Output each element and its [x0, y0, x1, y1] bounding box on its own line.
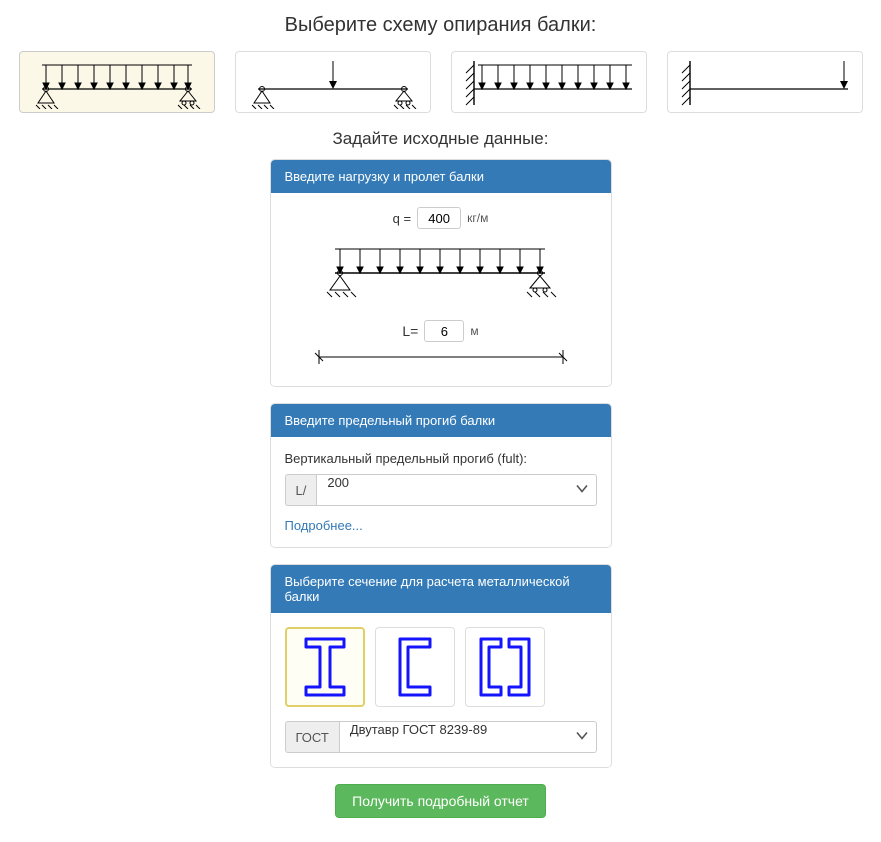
- scheme-simply-supported-distributed[interactable]: [19, 51, 215, 113]
- deflection-label: Вертикальный предельный прогиб (fult):: [285, 451, 597, 466]
- scheme-simply-supported-point[interactable]: [235, 51, 431, 113]
- panel-load: Введите нагрузку и пролет балки q = кг/м: [270, 159, 612, 387]
- gost-prefix: ГОСТ: [285, 721, 339, 753]
- panel-deflection-title: Введите предельный прогиб балки: [271, 404, 611, 437]
- page-title: Выберите схему опирания балки:: [0, 14, 881, 37]
- panel-section-title: Выберите сечение для расчета металлическ…: [271, 565, 611, 613]
- scheme-cantilever-point[interactable]: [667, 51, 863, 113]
- dimension-line-icon: [311, 346, 571, 368]
- scheme-row: [0, 51, 881, 113]
- more-link[interactable]: Подробнее...: [285, 518, 363, 533]
- ibeam-icon: [300, 635, 350, 699]
- panel-section: Выберите сечение для расчета металлическ…: [270, 564, 612, 768]
- gost-select[interactable]: Двутавр ГОСТ 8239-89: [339, 721, 597, 753]
- panel-deflection: Введите предельный прогиб балки Вертикал…: [270, 403, 612, 548]
- beam-diagram-icon: [285, 235, 595, 305]
- deflection-prefix: L/: [285, 474, 317, 506]
- l-label: L=: [402, 323, 418, 339]
- q-label: q =: [393, 211, 411, 226]
- l-input[interactable]: [424, 320, 464, 342]
- section-double-channel[interactable]: [465, 627, 545, 707]
- deflection-select[interactable]: 200: [316, 474, 596, 506]
- double-channel-icon: [473, 635, 537, 699]
- section-channel[interactable]: [375, 627, 455, 707]
- l-unit: м: [470, 324, 478, 338]
- channel-icon: [390, 635, 440, 699]
- subtitle: Задайте исходные данные:: [0, 129, 881, 149]
- submit-button[interactable]: Получить подробный отчет: [335, 784, 546, 818]
- q-unit: кг/м: [467, 211, 488, 225]
- section-ibeam[interactable]: [285, 627, 365, 707]
- q-input[interactable]: [417, 207, 461, 229]
- scheme-cantilever-distributed[interactable]: [451, 51, 647, 113]
- panel-load-title: Введите нагрузку и пролет балки: [271, 160, 611, 193]
